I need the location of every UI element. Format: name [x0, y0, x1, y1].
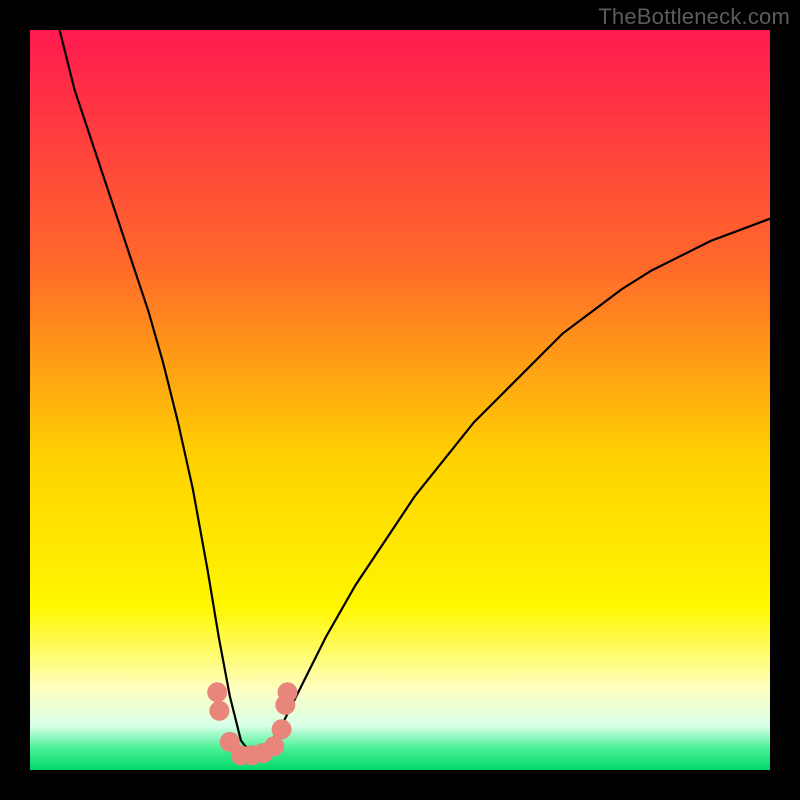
plot-background — [30, 30, 770, 770]
marker-dot — [278, 682, 298, 702]
bottleneck-chart — [0, 0, 800, 800]
chart-root: TheBottleneck.com — [0, 0, 800, 800]
marker-dot — [264, 736, 284, 756]
marker-dot — [207, 682, 227, 702]
marker-dot — [209, 701, 229, 721]
watermark-label: TheBottleneck.com — [598, 4, 790, 30]
marker-dot — [272, 719, 292, 739]
